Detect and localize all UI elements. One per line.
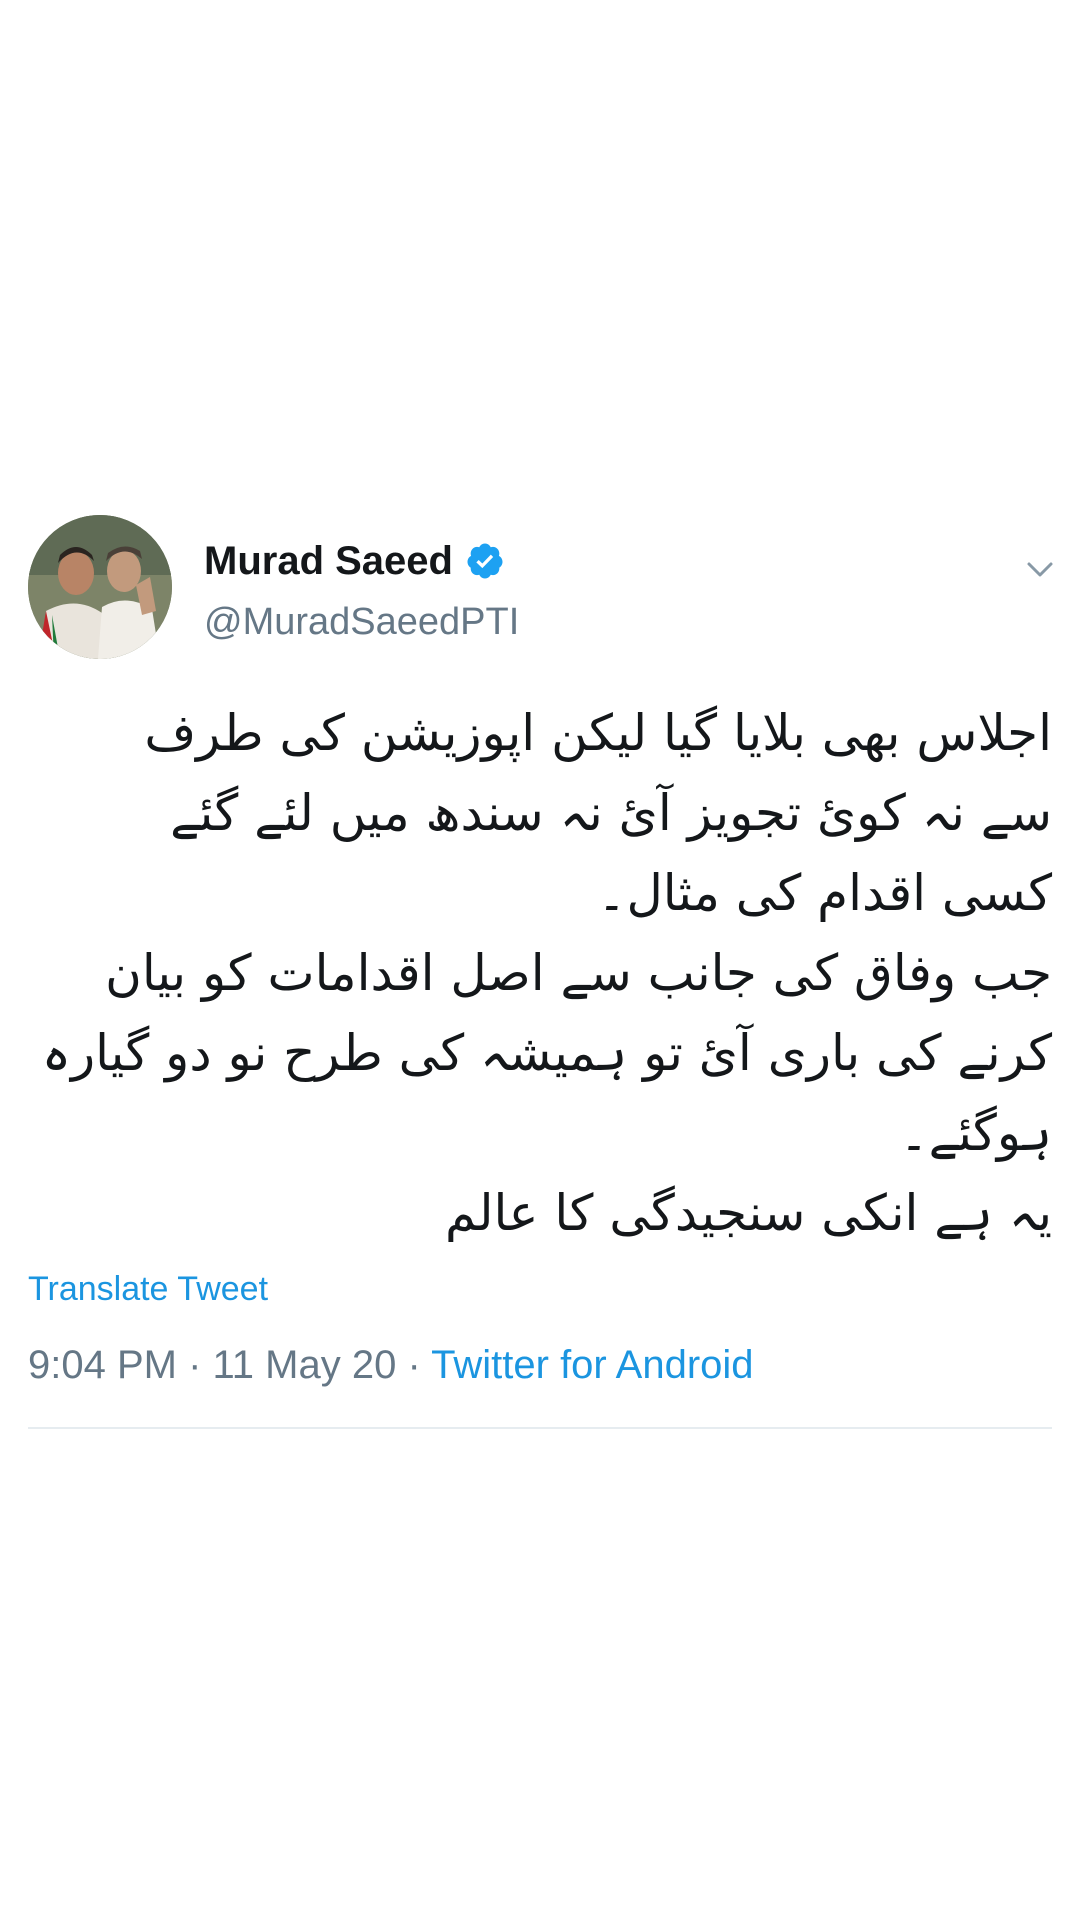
tweet-text-line: یہ ہے انکی سنجیدگی کا عالم bbox=[444, 1184, 1052, 1242]
tweet-source-link[interactable]: Twitter for Android bbox=[431, 1343, 753, 1387]
translate-tweet-link[interactable]: Translate Tweet bbox=[28, 1270, 268, 1309]
author-display-name[interactable]: Murad Saeed bbox=[204, 539, 453, 584]
author-handle[interactable]: @MuradSaeedPTI bbox=[204, 601, 519, 644]
tweet-text-line: سے نہ کوئ تجویز آئ نہ سندھ میں لئے گئے bbox=[170, 784, 1052, 842]
tweet-meta: 9:04 PM · 11 May 20 · Twitter for Androi… bbox=[28, 1343, 754, 1388]
author-name-row[interactable]: Murad Saeed bbox=[204, 535, 505, 587]
divider bbox=[28, 1427, 1052, 1429]
chevron-down-icon[interactable] bbox=[1024, 553, 1056, 585]
meta-separator: · bbox=[176, 1343, 213, 1387]
tweet-text-line: کرنے کی باری آئ تو ہمیشہ کی طرح نو دو گی… bbox=[41, 1024, 1052, 1082]
tweet-text-line: ہوگئے۔ bbox=[899, 1104, 1052, 1162]
tweet-text-line: کسی اقدام کی مثال۔ bbox=[597, 864, 1052, 922]
tweet-date: 11 May 20 bbox=[212, 1343, 397, 1387]
tweet-text-line: جب وفاق کی جانب سے اصل اقدامات کو بیان bbox=[105, 944, 1052, 1002]
avatar[interactable] bbox=[28, 515, 172, 659]
tweet-time: 9:04 PM bbox=[28, 1343, 177, 1387]
avatar-image bbox=[28, 515, 172, 659]
meta-separator: · bbox=[396, 1343, 432, 1387]
tweet-text: اجلاس بھی بلایا گیا لیکن اپوزیشن کی طرف … bbox=[28, 693, 1052, 1253]
tweet-text-line: اجلاس بھی بلایا گیا لیکن اپوزیشن کی طرف bbox=[144, 704, 1052, 762]
verified-badge-icon bbox=[465, 541, 505, 581]
